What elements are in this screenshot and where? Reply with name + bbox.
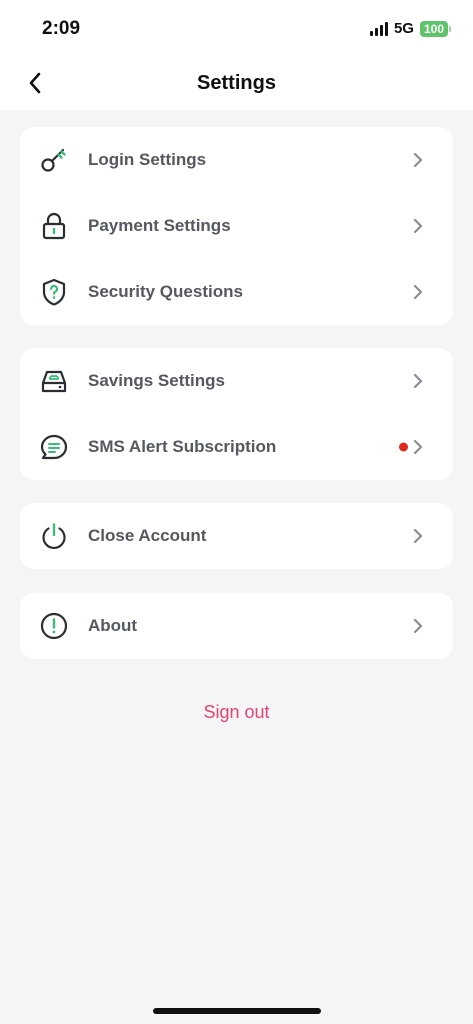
savings-settings-row[interactable]: Savings Settings [20, 348, 453, 414]
row-label: Savings Settings [88, 371, 225, 390]
navigation-bar: Settings [0, 60, 473, 110]
battery-level: 100 [419, 20, 448, 37]
chevron-right-icon [413, 618, 425, 634]
login-settings-row[interactable]: Login Settings [20, 127, 453, 193]
row-label: Login Settings [88, 150, 207, 169]
settings-group-close: Close Account [20, 503, 453, 569]
status-bar: 2:09 5G 100 [0, 0, 473, 60]
settings-group-account: Login Settings Payment Settings Security… [20, 127, 453, 325]
row-label: SMS Alert Subscription [88, 437, 277, 456]
row-label: Payment Settings [88, 216, 231, 235]
about-row[interactable]: About [20, 593, 453, 659]
chevron-right-icon [413, 439, 425, 455]
chevron-right-icon [413, 152, 425, 168]
settings-group-savings: Savings Settings SMS Alert Subscription [20, 348, 453, 480]
power-icon [39, 521, 69, 551]
notification-dot [399, 442, 408, 452]
home-indicator [153, 1008, 321, 1014]
chevron-right-icon [413, 284, 425, 300]
sms-alert-subscription-row[interactable]: SMS Alert Subscription [20, 414, 453, 480]
settings-group-about: About [20, 593, 453, 659]
chevron-right-icon [413, 218, 425, 234]
battery-icon: 100 [419, 20, 451, 37]
shield-question-icon [39, 277, 69, 307]
chevron-right-icon [413, 373, 425, 389]
row-label: Security Questions [88, 282, 243, 301]
sign-out-button[interactable]: Sign out [0, 702, 473, 723]
network-type: 5G [393, 20, 414, 37]
chevron-right-icon [413, 528, 425, 544]
close-account-row[interactable]: Close Account [20, 503, 453, 569]
key-icon [39, 145, 69, 175]
info-icon [39, 611, 69, 641]
row-label: About [88, 616, 138, 635]
savings-icon [39, 366, 69, 396]
row-label: Close Account [88, 526, 207, 545]
signal-icon [369, 21, 388, 36]
page-title: Settings [197, 72, 276, 94]
status-time: 2:09 [42, 18, 81, 39]
message-icon [39, 432, 69, 462]
lock-icon [39, 211, 69, 241]
payment-settings-row[interactable]: Payment Settings [20, 193, 453, 259]
status-indicators: 5G 100 [369, 20, 451, 37]
security-questions-row[interactable]: Security Questions [20, 259, 453, 325]
